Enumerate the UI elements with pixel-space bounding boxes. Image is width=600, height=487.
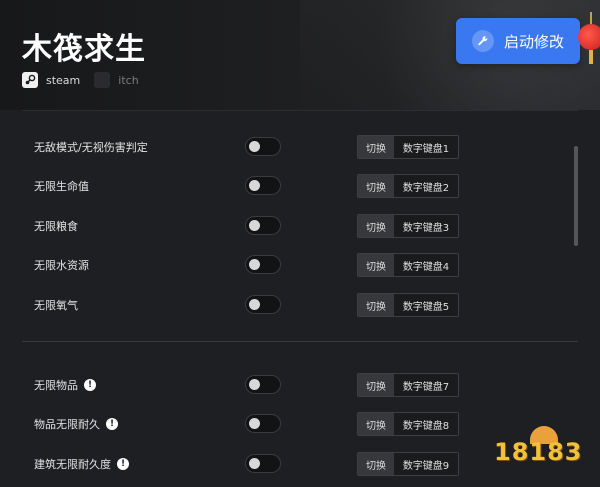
- platform-steam[interactable]: steam: [22, 72, 80, 88]
- hotkey-switch-button[interactable]: 切换: [358, 374, 394, 396]
- hotkey-group: 切换 数字键盘3: [357, 214, 459, 238]
- section-divider: [22, 341, 578, 342]
- cheat-row: 无限物品 ! 切换 数字键盘7: [0, 373, 600, 397]
- hotkey-group: 切换 数字键盘7: [357, 373, 459, 397]
- cheat-row: 无限水资源 切换 数字键盘4: [0, 253, 600, 277]
- hotkey-switch-button[interactable]: 切换: [358, 453, 394, 475]
- platform-label: itch: [118, 73, 139, 87]
- info-icon[interactable]: !: [106, 418, 118, 430]
- header: 木筏求生 steam itch 启动修改: [0, 0, 600, 110]
- hotkey-group: 切换 数字键盘5: [357, 293, 459, 317]
- steam-icon: [22, 72, 38, 88]
- cheat-label-group: 无限物品 !: [34, 377, 96, 393]
- hotkey-value[interactable]: 数字键盘8: [394, 413, 458, 435]
- cheat-row: 无敌模式/无视伤害判定 切换 数字键盘1: [0, 135, 600, 159]
- hotkey-group: 切换 数字键盘4: [357, 253, 459, 277]
- hotkey-group: 切换 数字键盘2: [357, 174, 459, 198]
- cheat-row: 无限粮食 切换 数字键盘3: [0, 214, 600, 238]
- hotkey-group: 切换 数字键盘1: [357, 135, 459, 159]
- hotkey-value[interactable]: 数字键盘5: [394, 294, 458, 316]
- cheat-label: 建筑无限耐久度: [34, 458, 111, 471]
- cheat-label: 物品无限耐久: [34, 418, 100, 431]
- info-icon[interactable]: !: [117, 458, 129, 470]
- cheat-label: 无限水资源: [34, 259, 89, 272]
- hotkey-group: 切换 数字键盘9: [357, 452, 459, 476]
- cheat-label: 无限氧气: [34, 299, 78, 312]
- cheat-label: 无限物品: [34, 379, 78, 392]
- platform-list: steam itch: [22, 72, 139, 88]
- hotkey-switch-button[interactable]: 切换: [358, 254, 394, 276]
- cheat-label: 无敌模式/无视伤害判定: [34, 141, 148, 154]
- hotkey-value[interactable]: 数字键盘3: [394, 215, 458, 237]
- hotkey-value[interactable]: 数字键盘7: [394, 374, 458, 396]
- hotkey-switch-button[interactable]: 切换: [358, 413, 394, 435]
- cheat-row: 无限生命值 切换 数字键盘2: [0, 174, 600, 198]
- itch-icon: [94, 72, 111, 88]
- start-modify-button[interactable]: 启动修改: [456, 18, 580, 64]
- cheat-toggle[interactable]: [245, 255, 281, 274]
- lantern-decoration: [578, 12, 600, 70]
- hotkey-switch-button[interactable]: 切换: [358, 215, 394, 237]
- cheat-label: 无限粮食: [34, 220, 78, 233]
- cheat-toggle[interactable]: [245, 454, 281, 473]
- game-title: 木筏求生: [22, 32, 146, 67]
- scrollbar-thumb[interactable]: [574, 146, 578, 246]
- divider: [22, 110, 578, 111]
- hotkey-value[interactable]: 数字键盘4: [394, 254, 458, 276]
- info-icon[interactable]: !: [84, 379, 96, 391]
- watermark-text: 18183: [494, 438, 583, 466]
- cheat-row: 无限氧气 切换 数字键盘5: [0, 293, 600, 317]
- app-window: 木筏求生 steam itch 启动修改 无敌模式/无视伤害判定 切换 数字键盘…: [0, 0, 600, 487]
- hotkey-switch-button[interactable]: 切换: [358, 136, 394, 158]
- wrench-icon: [471, 30, 494, 52]
- hotkey-value[interactable]: 数字键盘9: [394, 453, 458, 475]
- hotkey-switch-button[interactable]: 切换: [358, 175, 394, 197]
- hotkey-group: 切换 数字键盘8: [357, 412, 459, 436]
- cheat-label: 无限生命值: [34, 180, 89, 193]
- cheat-toggle[interactable]: [245, 216, 281, 235]
- cheat-toggle[interactable]: [245, 137, 281, 156]
- hotkey-switch-button[interactable]: 切换: [358, 294, 394, 316]
- cheat-toggle[interactable]: [245, 414, 281, 433]
- cheat-toggle[interactable]: [245, 295, 281, 314]
- watermark-logo: 18183: [494, 426, 590, 476]
- hotkey-value[interactable]: 数字键盘1: [394, 136, 458, 158]
- start-modify-label: 启动修改: [503, 32, 564, 51]
- cheat-label-group: 物品无限耐久 !: [34, 416, 118, 432]
- cheat-toggle[interactable]: [245, 375, 281, 394]
- platform-itch[interactable]: itch: [94, 72, 139, 88]
- platform-label: steam: [46, 73, 81, 87]
- hotkey-value[interactable]: 数字键盘2: [394, 175, 458, 197]
- cheat-label-group: 建筑无限耐久度 !: [34, 456, 129, 472]
- cheat-toggle[interactable]: [245, 176, 281, 195]
